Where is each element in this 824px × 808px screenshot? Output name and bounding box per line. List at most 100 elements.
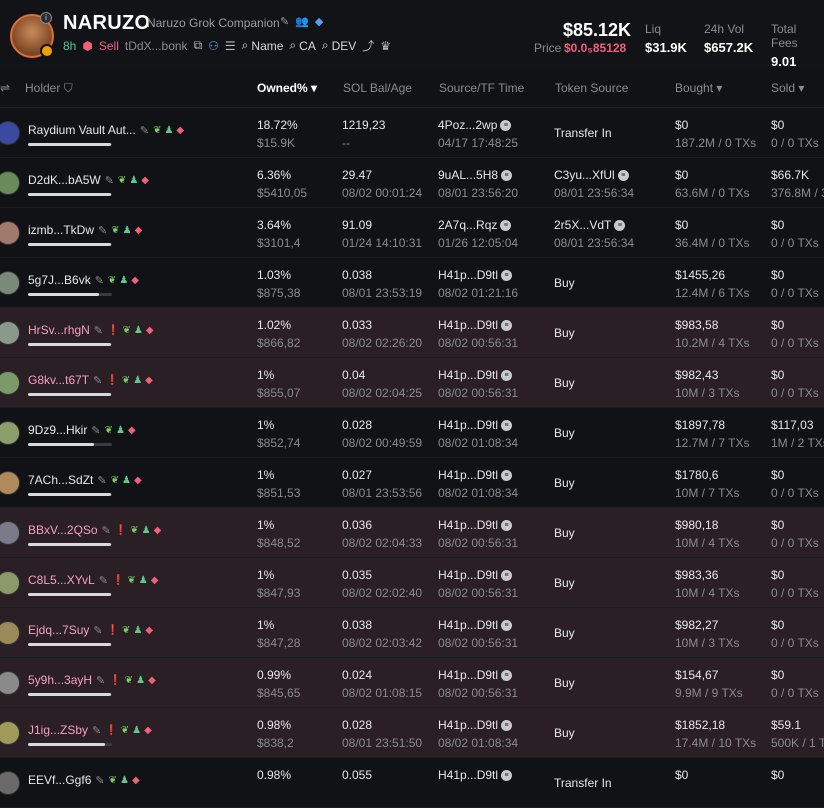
funding-source-text[interactable]: H41p...D9tl [438,318,498,332]
table-row[interactable]: EEVf...Ggf6 ✎ ❦ ♟ ◆ 0.98% 0.055 H41p...D9tl ≡ $0 $… [0,758,824,808]
token-source-text[interactable]: 2r5X...VdT [554,218,611,232]
crown-icon[interactable]: ♛ [380,39,391,53]
holder-address[interactable]: 7ACh...SdZt [28,473,93,487]
community-icon[interactable]: 👥 [295,15,309,28]
col-source[interactable]: Source/TF Time [439,81,524,95]
table-row[interactable]: 7ACh...SdZt ✎ ❦ ♟ ◆ 1% $851,53 0.027 08/01 23:53… [0,458,824,508]
filter-icon[interactable]: ⛉ [64,81,73,95]
col-sold[interactable]: Sold ▾ [771,81,804,95]
edit-icon[interactable]: ✎ [98,224,107,237]
edit-icon[interactable]: ✎ [93,624,102,637]
holder-address[interactable]: EEVf...Ggf6 [28,773,91,787]
search-dev-link[interactable]: ⌕ DEV [322,38,356,53]
col-token-source[interactable]: Token Source [555,81,628,95]
table-row[interactable]: 9Dz9...Hkir ✎ ❦ ♟ ◆ 1% $852,74 0.028 08/02 00:49… [0,408,824,458]
avatar[interactable] [0,321,20,345]
holder-cell[interactable]: C8L5...XYvL ✎ ❗ ❦ ♟ ◆ [28,573,158,587]
holder-cell[interactable]: G8kv...t67T ✎ ❗ ❦ ♟ ◆ [28,373,153,387]
table-row[interactable]: D2dK...bA5W ✎ ❦ ♟ ◆ 6.36% $5410,05 29.47 08/02 0… [0,158,824,208]
holder-address[interactable]: HrSv...rhgN [28,323,90,337]
table-row[interactable]: Raydium Vault Aut... ✎ ❦ ♟ ◆ 18.72% $15.9K 1219… [0,108,824,158]
holder-address[interactable]: 5y9h...3ayH [28,673,92,687]
search-name-link[interactable]: ⌕ Name [242,38,284,53]
avatar[interactable] [0,621,20,645]
holder-address[interactable]: D2dK...bA5W [28,173,101,187]
holder-cell[interactable]: D2dK...bA5W ✎ ❦ ♟ ◆ [28,173,149,187]
verified-icon[interactable]: ◆ [315,15,323,28]
share-icon[interactable]: ⤴ [362,37,374,54]
edit-icon[interactable]: ✎ [99,574,108,587]
holder-cell[interactable]: Ejdq...7Suy ✎ ❗ ❦ ♟ ◆ [28,623,153,637]
avatar[interactable] [0,521,20,545]
col-bought[interactable]: Bought ▾ [675,81,722,95]
avatar[interactable] [0,221,20,245]
edit-icon[interactable]: ✎ [92,724,101,737]
edit-icon[interactable]: ✎ [102,524,111,537]
menu-icon[interactable]: ☰ [225,39,236,53]
holder-address[interactable]: Raydium Vault Aut... [28,123,136,137]
col-sol-bal[interactable]: SOL Bal/Age [343,81,412,95]
funding-source-text[interactable]: H41p...D9tl [438,618,498,632]
funding-source-text[interactable]: H41p...D9tl [438,418,498,432]
holder-cell[interactable]: Raydium Vault Aut... ✎ ❦ ♟ ◆ [28,123,184,137]
avatar[interactable] [0,721,20,745]
column-settings-icon[interactable]: ⇌ [0,81,10,95]
table-row[interactable]: C8L5...XYvL ✎ ❗ ❦ ♟ ◆ 1% $847,93 0.035 08/02 02:0… [0,558,824,608]
funding-source-text[interactable]: H41p...D9tl [438,668,498,682]
holder-cell[interactable]: BBxV...2QSo ✎ ❗ ❦ ♟ ◆ [28,523,161,537]
col-owned[interactable]: Owned% ▾ [257,81,317,95]
holders-icon[interactable]: ⚇ [208,39,219,53]
funding-source-text[interactable]: H41p...D9tl [438,718,498,732]
holder-cell[interactable]: 9Dz9...Hkir ✎ ❦ ♟ ◆ [28,423,136,437]
edit-icon[interactable]: ✎ [91,424,100,437]
token-avatar[interactable]: i [10,12,54,58]
col-holder[interactable]: Holder ⛉ [25,81,73,96]
token-source[interactable]: C3yu...XfUl ≡ [554,168,629,182]
funding-source-text[interactable]: 9uAL...5H8 [438,168,498,182]
funding-source-text[interactable]: H41p...D9tl [438,518,498,532]
avatar[interactable] [0,121,20,145]
avatar[interactable] [0,271,20,295]
holder-address[interactable]: J1ig...ZSby [28,723,88,737]
avatar[interactable] [0,421,20,445]
funding-source-text[interactable]: H41p...D9tl [438,768,498,782]
table-row[interactable]: Ejdq...7Suy ✎ ❗ ❦ ♟ ◆ 1% $847,28 0.038 08/02 02:0… [0,608,824,658]
holder-cell[interactable]: J1ig...ZSby ✎ ❗ ❦ ♟ ◆ [28,723,152,737]
holder-cell[interactable]: 5g7J...B6vk ✎ ❦ ♟ ◆ [28,273,139,287]
token-source-text[interactable]: C3yu...XfUl [554,168,615,182]
table-row[interactable]: izmb...TkDw ✎ ❦ ♟ ◆ 3.64% $3101,4 91.09 01/24 14… [0,208,824,258]
token-address[interactable]: tDdX...bonk [125,39,188,53]
edit-icon[interactable]: ✎ [96,674,105,687]
avatar[interactable] [0,771,20,795]
edit-icon[interactable]: ✎ [95,774,104,787]
holder-address[interactable]: 9Dz9...Hkir [28,423,87,437]
token-source[interactable]: 2r5X...VdT ≡ [554,218,626,232]
table-row[interactable]: J1ig...ZSby ✎ ❗ ❦ ♟ ◆ 0.98% $838,2 0.028 08/01 23… [0,708,824,758]
table-row[interactable]: 5g7J...B6vk ✎ ❦ ♟ ◆ 1.03% $875,38 0.038 08/01 23… [0,258,824,308]
holder-cell[interactable]: HrSv...rhgN ✎ ❗ ❦ ♟ ◆ [28,323,154,337]
holder-cell[interactable]: EEVf...Ggf6 ✎ ❦ ♟ ◆ [28,773,140,787]
sell-label[interactable]: Sell [99,39,119,53]
holder-address[interactable]: G8kv...t67T [28,373,89,387]
holder-address[interactable]: BBxV...2QSo [28,523,98,537]
edit-icon[interactable]: ✎ [97,474,106,487]
info-icon[interactable]: i [40,12,52,24]
table-row[interactable]: BBxV...2QSo ✎ ❗ ❦ ♟ ◆ 1% $848,52 0.036 08/02 02:0… [0,508,824,558]
holder-cell[interactable]: 5y9h...3ayH ✎ ❗ ❦ ♟ ◆ [28,673,156,687]
holder-address[interactable]: Ejdq...7Suy [28,623,89,637]
funding-source-text[interactable]: H41p...D9tl [438,568,498,582]
avatar[interactable] [0,171,20,195]
funding-source-text[interactable]: 2A7q...Rqz [438,218,497,232]
edit-icon[interactable]: ✎ [94,324,103,337]
funding-source-text[interactable]: 4Poz...2wp [438,118,497,132]
avatar[interactable] [0,671,20,695]
edit-icon[interactable]: ✎ [93,374,102,387]
funding-source-text[interactable]: H41p...D9tl [438,268,498,282]
table-row[interactable]: 5y9h...3ayH ✎ ❗ ❦ ♟ ◆ 0.99% $845,65 0.024 08/02 0… [0,658,824,708]
search-ca-link[interactable]: ⌕ CA [289,38,315,53]
avatar[interactable] [0,571,20,595]
table-row[interactable]: G8kv...t67T ✎ ❗ ❦ ♟ ◆ 1% $855,07 0.04 08/02 02:04… [0,358,824,408]
holder-cell[interactable]: 7ACh...SdZt ✎ ❦ ♟ ◆ [28,473,142,487]
edit-icon[interactable]: ✎ [105,174,114,187]
table-row[interactable]: HrSv...rhgN ✎ ❗ ❦ ♟ ◆ 1.02% $866,82 0.033 08/02 0… [0,308,824,358]
